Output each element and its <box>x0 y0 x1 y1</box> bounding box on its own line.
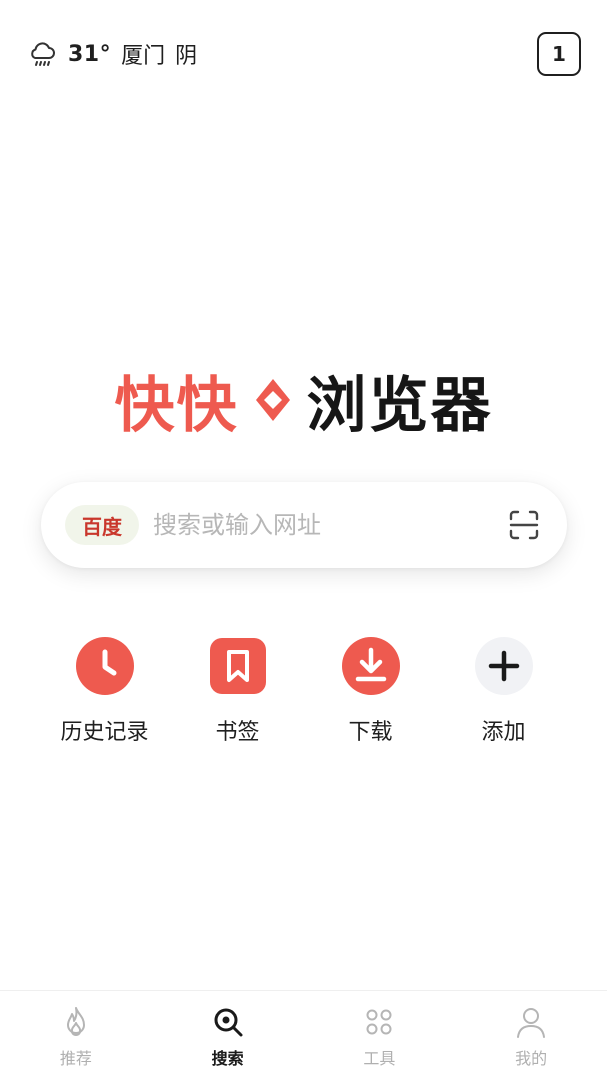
weather-widget[interactable]: 31° 厦门 阴 <box>26 36 197 72</box>
quick-action-label: 下载 <box>348 720 393 745</box>
quick-actions: 历史记录 书签 下载 添加 <box>38 636 570 746</box>
grid-icon <box>366 1009 392 1035</box>
nav-tab-recommend[interactable]: 推荐 <box>0 991 152 1080</box>
search-engine-selector[interactable]: 百度 <box>65 505 139 545</box>
search-bar: 百度 <box>41 482 567 568</box>
logo-brand-text: 快快 <box>114 370 239 441</box>
bottom-navigation: 推荐 搜索 工具 我的 <box>0 990 607 1080</box>
bookmark-icon <box>209 638 266 694</box>
browser-home: 31° 厦门 阴 1 快快 浏览器 百度 搜索或输入网址 历史记录 书签 下载 … <box>0 0 607 1080</box>
plus-icon <box>474 637 533 695</box>
quick-action-bookmarks[interactable]: 书签 <box>171 636 304 746</box>
weather-city: 厦门 <box>121 44 166 69</box>
rain-cloud-icon <box>31 42 55 66</box>
nav-tab-search[interactable]: 搜索 <box>152 991 304 1080</box>
quick-action-downloads[interactable]: 下载 <box>304 636 437 746</box>
quick-action-label: 历史记录 <box>60 720 149 745</box>
quick-action-label: 添加 <box>481 720 526 745</box>
clock-icon <box>75 637 134 695</box>
nav-label: 工具 <box>363 1049 396 1068</box>
nav-tab-tools[interactable]: 工具 <box>304 991 456 1080</box>
quick-action-add[interactable]: 添加 <box>437 636 570 746</box>
flame-icon <box>66 1007 85 1036</box>
search-icon <box>214 1008 243 1037</box>
nav-label: 推荐 <box>59 1049 92 1068</box>
search-input[interactable] <box>153 511 507 539</box>
weather-temperature: 31° <box>68 41 112 67</box>
user-icon <box>517 1008 546 1038</box>
quick-action-history[interactable]: 历史记录 <box>38 636 171 746</box>
nav-tab-profile[interactable]: 我的 <box>455 991 607 1080</box>
download-icon <box>341 637 400 695</box>
nav-label: 我的 <box>515 1049 548 1068</box>
nav-label: 搜索 <box>211 1049 244 1068</box>
scan-icon[interactable] <box>507 508 541 542</box>
tab-count-button[interactable]: 1 <box>537 32 581 76</box>
top-bar: 31° 厦门 阴 1 <box>0 0 607 108</box>
quick-action-label: 书签 <box>215 720 260 745</box>
weather-condition: 阴 <box>175 44 198 69</box>
app-logo: 快快 浏览器 <box>0 360 607 441</box>
logo-name-text: 浏览器 <box>306 370 493 441</box>
diamond-logo-icon <box>255 379 290 421</box>
